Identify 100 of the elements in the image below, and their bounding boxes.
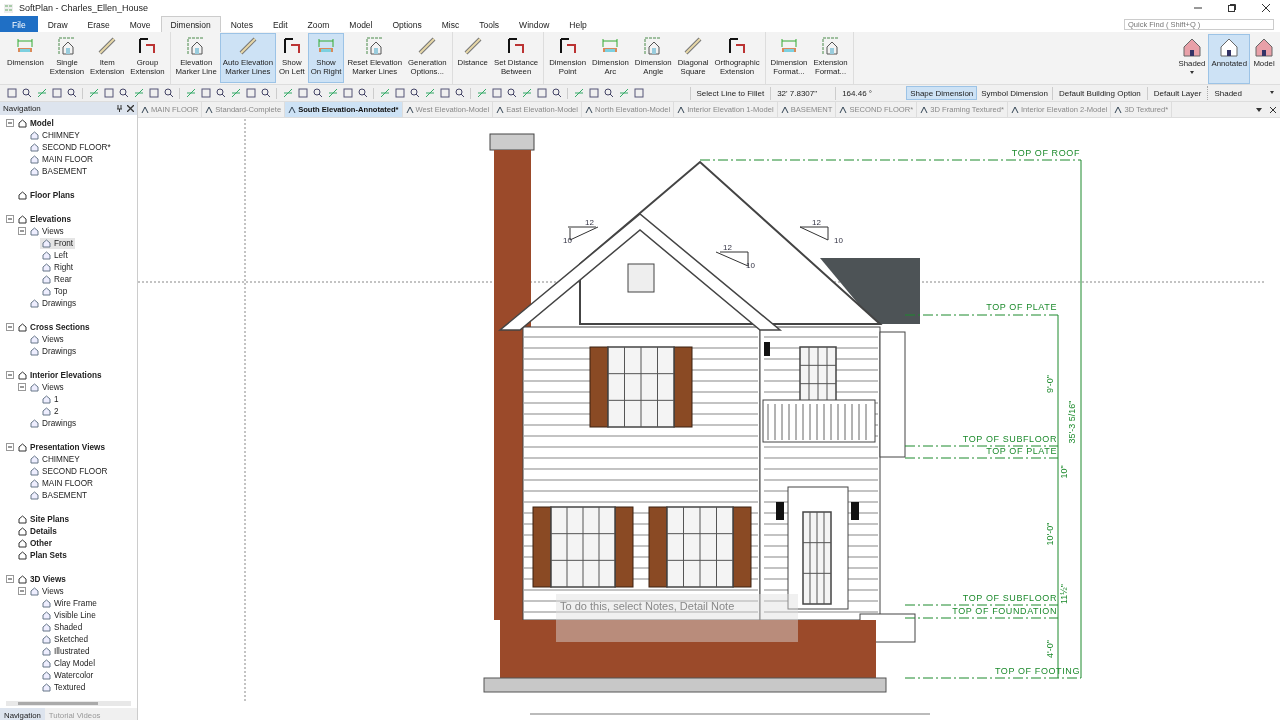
pitch-label: 12 [585, 218, 594, 227]
tree-item[interactable]: Left [40, 249, 70, 261]
pin-icon[interactable] [116, 105, 123, 112]
close-icon[interactable] [1269, 105, 1277, 114]
tree-item[interactable]: CHIMNEY [28, 453, 82, 465]
tree-item[interactable]: Views [28, 585, 66, 597]
pitch-label: 10 [834, 236, 843, 245]
scrollbar-thumb[interactable] [18, 702, 98, 705]
toolbar-button[interactable] [161, 86, 176, 100]
tree-item[interactable]: Views [28, 333, 66, 345]
scrollbar-thumb[interactable] [530, 713, 930, 715]
restore-icon[interactable] [1227, 3, 1237, 13]
dimension-label: 35'-3 5/16" [1067, 400, 1077, 444]
toolbar-button[interactable] [116, 86, 131, 100]
tree-item[interactable]: Presentation Views [16, 441, 107, 453]
dimension-label: 11½" [1059, 584, 1069, 604]
tree-item[interactable]: Front [40, 237, 76, 249]
dropdown-icon[interactable] [1255, 105, 1263, 114]
close-icon[interactable] [127, 105, 134, 112]
tree-item[interactable]: Drawings [28, 297, 79, 309]
toolbar-button[interactable] [19, 86, 34, 100]
expand-toggle[interactable] [18, 227, 26, 235]
tree-item[interactable]: Visible Line [40, 609, 98, 621]
tree-item[interactable]: 1 [40, 393, 61, 405]
menu-tab[interactable]: Move [119, 16, 161, 32]
layer-field[interactable]: Default Layer [1146, 86, 1208, 100]
expand-toggle[interactable] [6, 371, 14, 379]
dimension-mode-button[interactable]: Symbol Dimension [977, 86, 1052, 100]
toolbar-button[interactable] [407, 86, 422, 100]
menu-tab[interactable]: Draw [37, 16, 78, 32]
tree-item[interactable]: BASEMENT [28, 489, 90, 501]
tree-item[interactable]: MAIN FLOOR [28, 153, 95, 165]
menu-tab[interactable]: Window [509, 16, 560, 32]
tree-item[interactable]: Rear [40, 273, 74, 285]
menu-tab[interactable]: Edit [262, 16, 298, 32]
tree-item[interactable]: Watercolor [40, 669, 96, 681]
tree-item[interactable]: 3D Views [16, 573, 68, 585]
menu-tab[interactable]: Dimension [160, 16, 221, 32]
level-label: TOP OF FOUNDATION [952, 606, 1057, 616]
menu-tab[interactable]: Options [382, 16, 432, 32]
tree-item[interactable]: Cross Sections [16, 321, 92, 333]
tree-item[interactable]: Right [40, 261, 76, 273]
menu-tab[interactable]: Misc [431, 16, 470, 32]
tree-item[interactable]: SECOND FLOOR* [28, 141, 113, 153]
menu-tab[interactable]: Help [559, 16, 597, 32]
tree-item[interactable]: Other [16, 537, 54, 549]
tree-item[interactable]: Top [40, 285, 70, 297]
menu-tab[interactable]: File [0, 16, 38, 32]
close-icon[interactable] [1261, 3, 1271, 13]
expand-toggle[interactable] [6, 575, 14, 583]
tree-item[interactable]: MAIN FLOOR [28, 477, 95, 489]
toolbar-button[interactable] [452, 86, 467, 100]
tree-item[interactable]: BASEMENT [28, 165, 90, 177]
toolbar-button[interactable] [64, 86, 79, 100]
tree-item[interactable]: Sketched [40, 633, 91, 645]
toolbar-button[interactable] [504, 86, 519, 100]
tree-item[interactable]: Shaded [40, 621, 85, 633]
tree-item[interactable]: Details [16, 525, 59, 537]
pitch-label: 12 [812, 218, 821, 227]
menu-tab[interactable]: Zoom [297, 16, 340, 32]
menu-tab[interactable]: Model [339, 16, 383, 32]
tree-item[interactable]: Views [28, 381, 66, 393]
house-icon [1253, 36, 1275, 58]
tree-item[interactable]: Model [16, 117, 56, 129]
toolbar-button[interactable] [601, 86, 616, 100]
menu-tab[interactable]: Notes [220, 16, 263, 32]
tree-item[interactable]: Drawings [28, 345, 79, 357]
tree-item[interactable]: Wire Frame [40, 597, 99, 609]
level-label: TOP OF SUBFLOOR [962, 593, 1057, 603]
menu-tab[interactable]: Tools [469, 16, 510, 32]
tree-item[interactable]: Elevations [16, 213, 73, 225]
tree-item[interactable]: Plan Sets [16, 549, 69, 561]
dimension-mode-button[interactable]: Shape Dimension [906, 86, 978, 100]
expand-toggle[interactable] [18, 587, 26, 595]
toolbar-button[interactable] [213, 86, 228, 100]
menu-tab[interactable]: Erase [77, 16, 120, 32]
level-label: TOP OF SUBFLOOR [962, 434, 1057, 444]
tree-item[interactable]: Clay Model [40, 657, 97, 669]
expand-toggle[interactable] [6, 443, 14, 451]
expand-toggle[interactable] [18, 383, 26, 391]
render-dropdown[interactable]: Shaded [1207, 86, 1280, 100]
dimension-label: 4'-0" [1045, 640, 1055, 658]
tree-item[interactable]: Textured [40, 681, 88, 693]
tree-item[interactable]: Illustrated [40, 645, 92, 657]
tree-item[interactable]: Views [28, 225, 66, 237]
tree-item[interactable]: Interior Elevations [16, 369, 104, 381]
toolbar-button[interactable] [310, 86, 325, 100]
tree-item[interactable]: 2 [40, 405, 61, 417]
tree-item[interactable]: Floor Plans [16, 189, 77, 201]
toolbar-button[interactable] [549, 86, 564, 100]
tree-item[interactable]: Site Plans [16, 513, 72, 525]
toolbar-button[interactable] [258, 86, 273, 100]
expand-toggle[interactable] [6, 215, 14, 223]
tree-item[interactable]: Drawings [28, 417, 79, 429]
expand-toggle[interactable] [6, 323, 14, 331]
building-option-field[interactable]: Default Building Option [1052, 86, 1147, 100]
tree-item[interactable]: CHIMNEY [28, 129, 82, 141]
toolbar-button[interactable] [355, 86, 370, 100]
tree-item[interactable]: SECOND FLOOR [28, 465, 110, 477]
expand-toggle[interactable] [6, 119, 14, 127]
